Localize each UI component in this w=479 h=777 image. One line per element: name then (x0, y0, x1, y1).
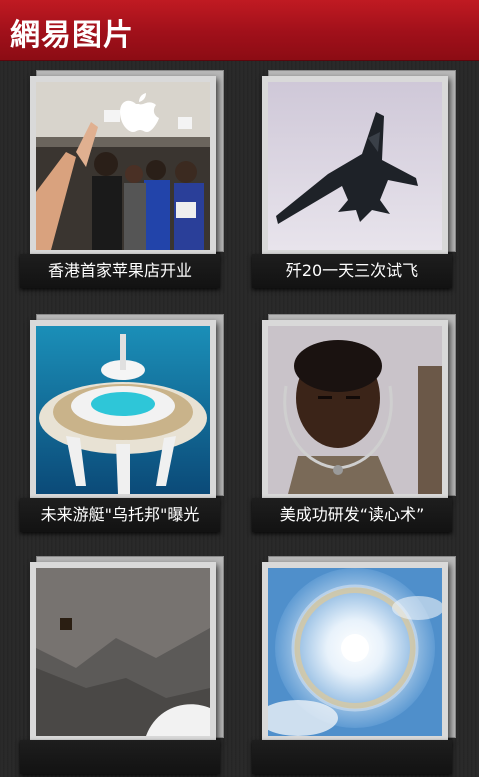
photo-caption: 未来游艇"乌托邦"曝光 (20, 498, 220, 532)
photo-caption: 歼20一天三次试飞 (252, 254, 452, 288)
photo-mind-reading (268, 326, 442, 494)
photo-frame (262, 562, 448, 742)
gallery-item-j20-jet[interactable]: 歼20一天三次试飞 (252, 70, 462, 291)
photo-frame (262, 76, 448, 256)
photo-apple-store (36, 82, 210, 250)
photo-frame (30, 562, 216, 742)
gallery-item-mind-reading[interactable]: 美成功研发“读心术” (252, 314, 462, 535)
gallery-item-cave[interactable] (20, 556, 230, 777)
photo-frame (262, 320, 448, 500)
gallery-item-utopia-yacht[interactable]: 未来游艇"乌托邦"曝光 (20, 314, 230, 535)
photo-caption: 香港首家苹果店开业 (20, 254, 220, 288)
app-title: 網易图片 (10, 18, 134, 53)
photo-utopia-yacht (36, 326, 210, 494)
photo-frame (30, 320, 216, 500)
gallery-item-apple-store[interactable]: 香港首家苹果店开业 (20, 70, 230, 291)
photo-caption (252, 740, 452, 774)
gallery-item-sun-halo[interactable] (252, 556, 462, 777)
photo-frame (30, 76, 216, 256)
photo-sun-halo (268, 568, 442, 736)
photo-caption: 美成功研发“读心术” (252, 498, 452, 532)
photo-cave (36, 568, 210, 736)
photo-j20-jet (268, 82, 442, 250)
app-header: 網易图片 (0, 0, 479, 61)
photo-caption (20, 740, 220, 774)
